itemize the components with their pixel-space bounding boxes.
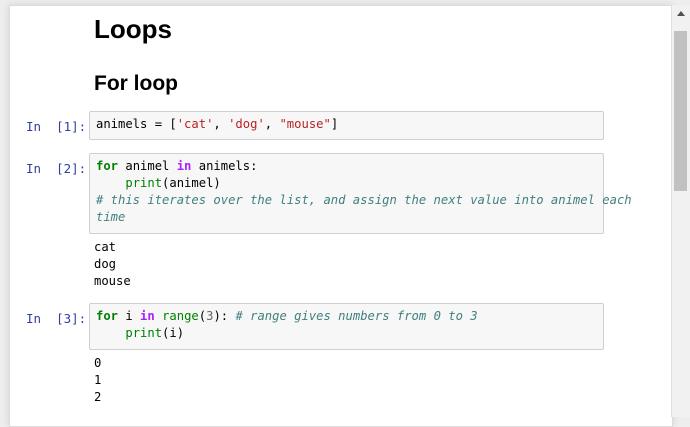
code-line: # this iterates over the list, and assig…	[96, 192, 632, 209]
cell-3-output: 0 1 2	[94, 355, 101, 406]
scroll-up-arrow-icon[interactable]	[677, 11, 685, 16]
code-token: (animel)	[162, 176, 221, 190]
cell-3-code-input[interactable]: for i in range(3): # range gives numbers…	[89, 303, 604, 350]
output-line: 1	[94, 373, 102, 387]
output-line: cat	[94, 240, 117, 254]
code-token: in	[140, 309, 155, 323]
output-line: mouse	[94, 274, 131, 288]
code-line: print(i)	[96, 325, 597, 342]
code-token: (	[198, 309, 207, 323]
output-line: 2	[94, 390, 102, 404]
heading-for-loop: For loop	[94, 72, 178, 95]
code-token: # this iterates over the list, and assig…	[96, 193, 632, 207]
code-token: animels:	[191, 159, 258, 173]
code-token: ):	[213, 309, 236, 323]
code-token: time	[96, 210, 126, 224]
code-line: for animel in animels:	[96, 158, 597, 175]
code-token: "mouse"	[279, 117, 331, 131]
code-token: ,	[264, 117, 280, 131]
code-token: (i)	[162, 326, 185, 340]
code-line: time	[96, 209, 597, 226]
cell-2-prompt: In [2]:	[26, 161, 87, 176]
code-line: for i in range(3): # range gives numbers…	[96, 308, 597, 325]
code-token: print	[125, 176, 163, 190]
output-line: dog	[94, 257, 117, 271]
output-line: 0	[94, 356, 102, 370]
code-line: print(animel)	[96, 175, 597, 192]
cell-2-code-input[interactable]: for animel in animels: print(animel) # th…	[89, 153, 632, 234]
vertical-scrollbar[interactable]	[671, 5, 690, 417]
code-token: in	[176, 159, 192, 173]
cell-1-code-input[interactable]: animels = ['cat', 'dog', "mouse"]	[89, 111, 604, 140]
code-token: 'cat'	[176, 117, 214, 131]
code-token: # range gives numbers from 0 to 3	[235, 309, 478, 323]
code-token: animels = [	[96, 117, 177, 131]
notebook-page: Loops For loop In [1]: animels = ['cat',…	[9, 5, 673, 427]
cell-3-prompt: In [3]:	[26, 311, 87, 326]
code-token: for	[96, 159, 119, 173]
code-token: ]	[330, 117, 339, 131]
heading-loops: Loops	[94, 14, 172, 44]
code-token: ,	[213, 117, 229, 131]
code-token: print	[125, 326, 163, 340]
code-token: for	[96, 309, 119, 323]
code-token: range	[162, 309, 199, 323]
code-token: i	[118, 309, 141, 323]
code-token: animel	[118, 159, 177, 173]
code-line: animels = ['cat', 'dog', "mouse"]	[96, 116, 597, 133]
cell-2-output: cat dog mouse	[94, 239, 131, 290]
cell-1-prompt: In [1]:	[26, 119, 87, 134]
scrollbar-thumb[interactable]	[674, 31, 687, 191]
code-token: 'dog'	[228, 117, 265, 131]
